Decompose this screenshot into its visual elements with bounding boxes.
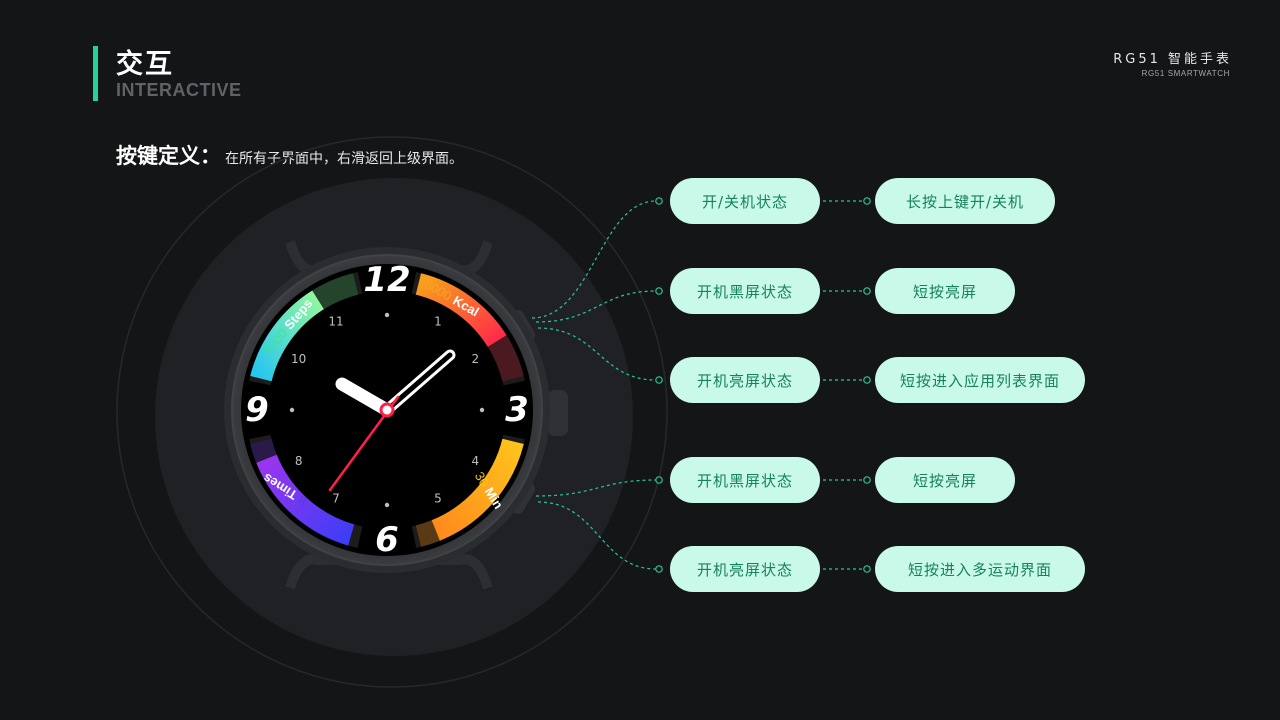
state-pill-3: 开机亮屏状态 [670,357,820,403]
times-arc-remaining [250,438,277,463]
hour-8: 8 [295,454,303,468]
hour-5: 5 [434,491,442,505]
hour-11: 11 [328,315,343,329]
hour-6: 6 [375,520,399,560]
pill-link-dot-3 [863,376,871,384]
action-pill-1: 长按上键开/关机 [875,178,1055,224]
hour-7: 7 [332,491,340,505]
hour-2: 2 [471,352,479,366]
hour-9: 9 [245,390,269,430]
state-dot-1 [655,197,663,205]
hour-dot [289,407,295,413]
hour-dot [384,502,390,508]
hour-10: 10 [291,352,306,366]
hour-dot [384,312,390,318]
state-dot-3 [655,376,663,384]
pill-link-dot-1 [863,197,871,205]
pill-link-dot-2 [863,287,871,295]
state-pill-5: 开机亮屏状态 [670,546,820,592]
pill-link-dot-5 [863,565,871,573]
state-dot-2 [655,287,663,295]
crown-button[interactable] [548,390,568,436]
state-pill-4: 开机黑屏状态 [670,457,820,503]
action-pill-3: 短按进入应用列表界面 [875,357,1085,403]
state-pill-1: 开/关机状态 [670,178,820,224]
action-pill-4: 短按亮屏 [875,457,1015,503]
hand-pivot [379,402,395,418]
action-pill-5: 短按进入多运动界面 [875,546,1085,592]
state-pill-2: 开机黑屏状态 [670,268,820,314]
pill-link-dot-4 [863,476,871,484]
hour-dot [479,407,485,413]
min-arc-remaining [415,520,440,547]
hour-4: 4 [471,454,479,468]
hour-1: 1 [434,315,442,329]
hour-3: 3 [505,390,529,430]
state-dot-5 [655,565,663,573]
state-dot-4 [655,476,663,484]
hour-12: 12 [363,260,410,300]
action-pill-2: 短按亮屏 [875,268,1015,314]
watch-diagram: 3000Kcal8000Steps30Min8Times 12369124578… [116,136,871,688]
